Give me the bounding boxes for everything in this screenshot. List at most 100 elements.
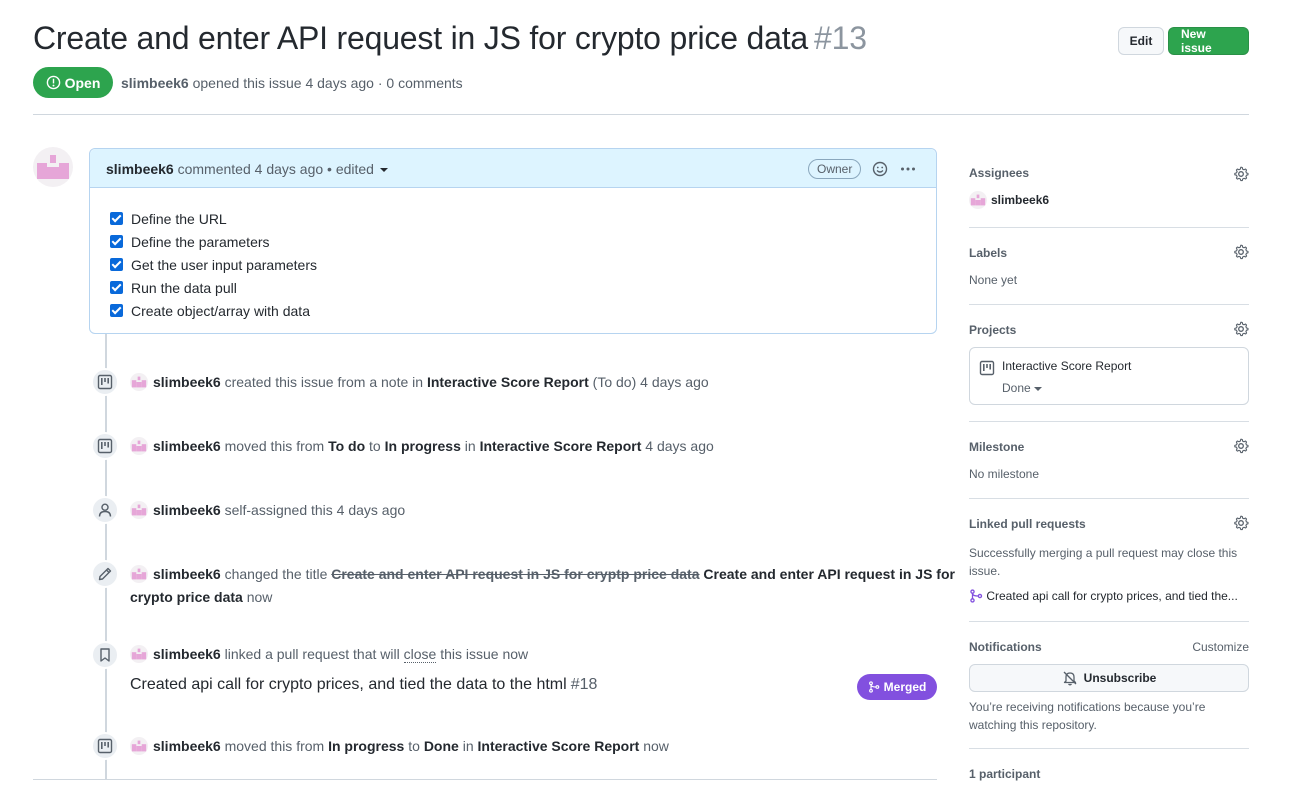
sidebar-divider [969,621,1249,622]
event-user[interactable]: slimbeek6 [153,566,221,582]
column-to: Done [423,738,459,754]
header-divider [33,114,1249,115]
chevron-down-icon[interactable] [379,168,388,173]
kebab-horizontal-icon[interactable] [900,161,916,177]
comment-meta[interactable]: commented 4 days ago • edited [178,161,374,177]
timeline-badge [91,641,119,669]
comment-author-line: slimbeek6 commented 4 days ago • edited [106,161,388,177]
project-state-select[interactable]: Done [1002,381,1042,395]
event-text: in [464,438,476,454]
milestone-heading[interactable]: Milestone [969,440,1249,454]
project-card[interactable]: Interactive Score Report Done [969,347,1249,405]
task-label: Define the URL [131,210,227,227]
event-time[interactable]: 4 days ago [645,438,714,454]
avatar[interactable] [130,564,148,583]
sidebar-divider [969,421,1249,422]
event-time[interactable]: 4 days ago [640,374,709,390]
avatar[interactable] [130,644,148,663]
avatar[interactable] [130,372,148,391]
event-time[interactable]: now [502,646,528,662]
issue-state-badge: Open [33,67,113,98]
event-text: created this issue from a note in [224,374,424,390]
project-link[interactable]: Interactive Score Report [478,738,640,754]
task-checkbox[interactable] [110,235,123,248]
event-text: this issue [440,646,499,662]
sidebar-divider [969,498,1249,499]
issue-meta: slimbeek6 opened this issue 4 days ago ·… [121,75,463,91]
event-time[interactable]: 4 days ago [337,502,406,518]
gear-icon[interactable] [1233,166,1249,182]
sidebar-labels: Labels None yet [969,244,1249,287]
timeline-event-continued: crypto price data now [130,586,272,609]
linked-pr-item[interactable]: Created api call for crypto prices, and … [969,589,1238,603]
pr-number[interactable]: #18 [571,676,598,693]
close-keyword: close [403,646,437,663]
event-text: moved this from [224,438,325,454]
pr-title-text[interactable]: Created api call for crypto prices, and … [130,676,567,693]
column-from: To do [328,438,366,454]
linked-prs-heading[interactable]: Linked pull requests [969,517,1249,531]
avatar[interactable] [969,191,987,209]
avatar[interactable] [130,436,148,455]
event-text: to [369,438,381,454]
project-column: (To do) [592,374,637,390]
assignees-heading[interactable]: Assignees [969,166,1249,180]
event-user[interactable]: slimbeek6 [153,438,221,454]
linked-pr-title[interactable]: Created api call for crypto prices, and … [986,589,1237,603]
customize-link[interactable]: Customize [1192,640,1249,654]
assignee-name[interactable]: slimbeek6 [991,193,1049,207]
linked-prs-description: Successfully merging a pull request may … [969,544,1237,580]
project-link[interactable]: Interactive Score Report [480,438,642,454]
project-link[interactable]: Interactive Score Report [427,374,589,390]
unsubscribe-button[interactable]: Unsubscribe [969,664,1249,692]
project-name[interactable]: Interactive Score Report [1002,359,1131,373]
task-checkbox[interactable] [110,281,123,294]
edit-button[interactable]: Edit [1118,27,1164,55]
merged-badge: Merged [857,674,937,700]
task-checkbox[interactable] [110,258,123,271]
issue-author-link[interactable]: slimbeek6 [121,75,189,91]
project-state: Done [1002,381,1031,395]
assignee-item[interactable]: slimbeek6 [969,191,1049,209]
event-time[interactable]: now [643,738,669,754]
issue-number: #13 [814,20,867,56]
smiley-icon[interactable] [872,161,888,177]
gear-icon[interactable] [1233,515,1249,531]
sidebar-divider [969,748,1249,749]
event-user[interactable]: slimbeek6 [153,374,221,390]
event-user[interactable]: slimbeek6 [153,502,221,518]
event-user[interactable]: slimbeek6 [153,738,221,754]
issue-meta-text: opened this issue 4 days ago · 0 comment… [192,75,463,91]
notifications-description: You’re receiving notifications because y… [969,698,1249,734]
gear-icon[interactable] [1233,244,1249,260]
old-title: Create and enter API request in JS for c… [331,566,700,582]
project-icon [979,360,995,376]
git-pull-request-icon [970,589,983,603]
avatar[interactable] [33,147,73,187]
task-checkbox[interactable] [110,212,123,225]
projects-heading[interactable]: Projects [969,323,1249,337]
column-to: In progress [384,438,461,454]
linked-pr-title[interactable]: Created api call for crypto prices, and … [130,676,597,694]
comment-author[interactable]: slimbeek6 [106,161,174,177]
event-text: moved this from [224,738,325,754]
sidebar-assignees: Assignees slimbeek6 [969,166,1249,216]
merged-label: Merged [883,680,927,694]
sidebar-divider [969,227,1249,228]
avatar[interactable] [130,736,148,755]
avatar[interactable] [130,500,148,519]
event-time[interactable]: now [247,589,273,605]
event-text: to [408,738,420,754]
sidebar-milestone: Milestone No milestone [969,438,1249,481]
event-user[interactable]: slimbeek6 [153,646,221,662]
timeline-line [105,334,107,780]
timeline-event: slimbeek6 moved this from In progress to… [130,735,669,758]
sidebar-participants: 1 participant [969,767,1249,785]
task-checkbox[interactable] [110,304,123,317]
gear-icon[interactable] [1233,438,1249,454]
new-issue-button[interactable]: New issue [1168,27,1249,55]
gear-icon[interactable] [1233,321,1249,337]
labels-heading[interactable]: Labels [969,246,1249,260]
task-label: Create object/array with data [131,302,310,319]
task-list: Define the URL Define the parameters Get… [110,207,317,322]
